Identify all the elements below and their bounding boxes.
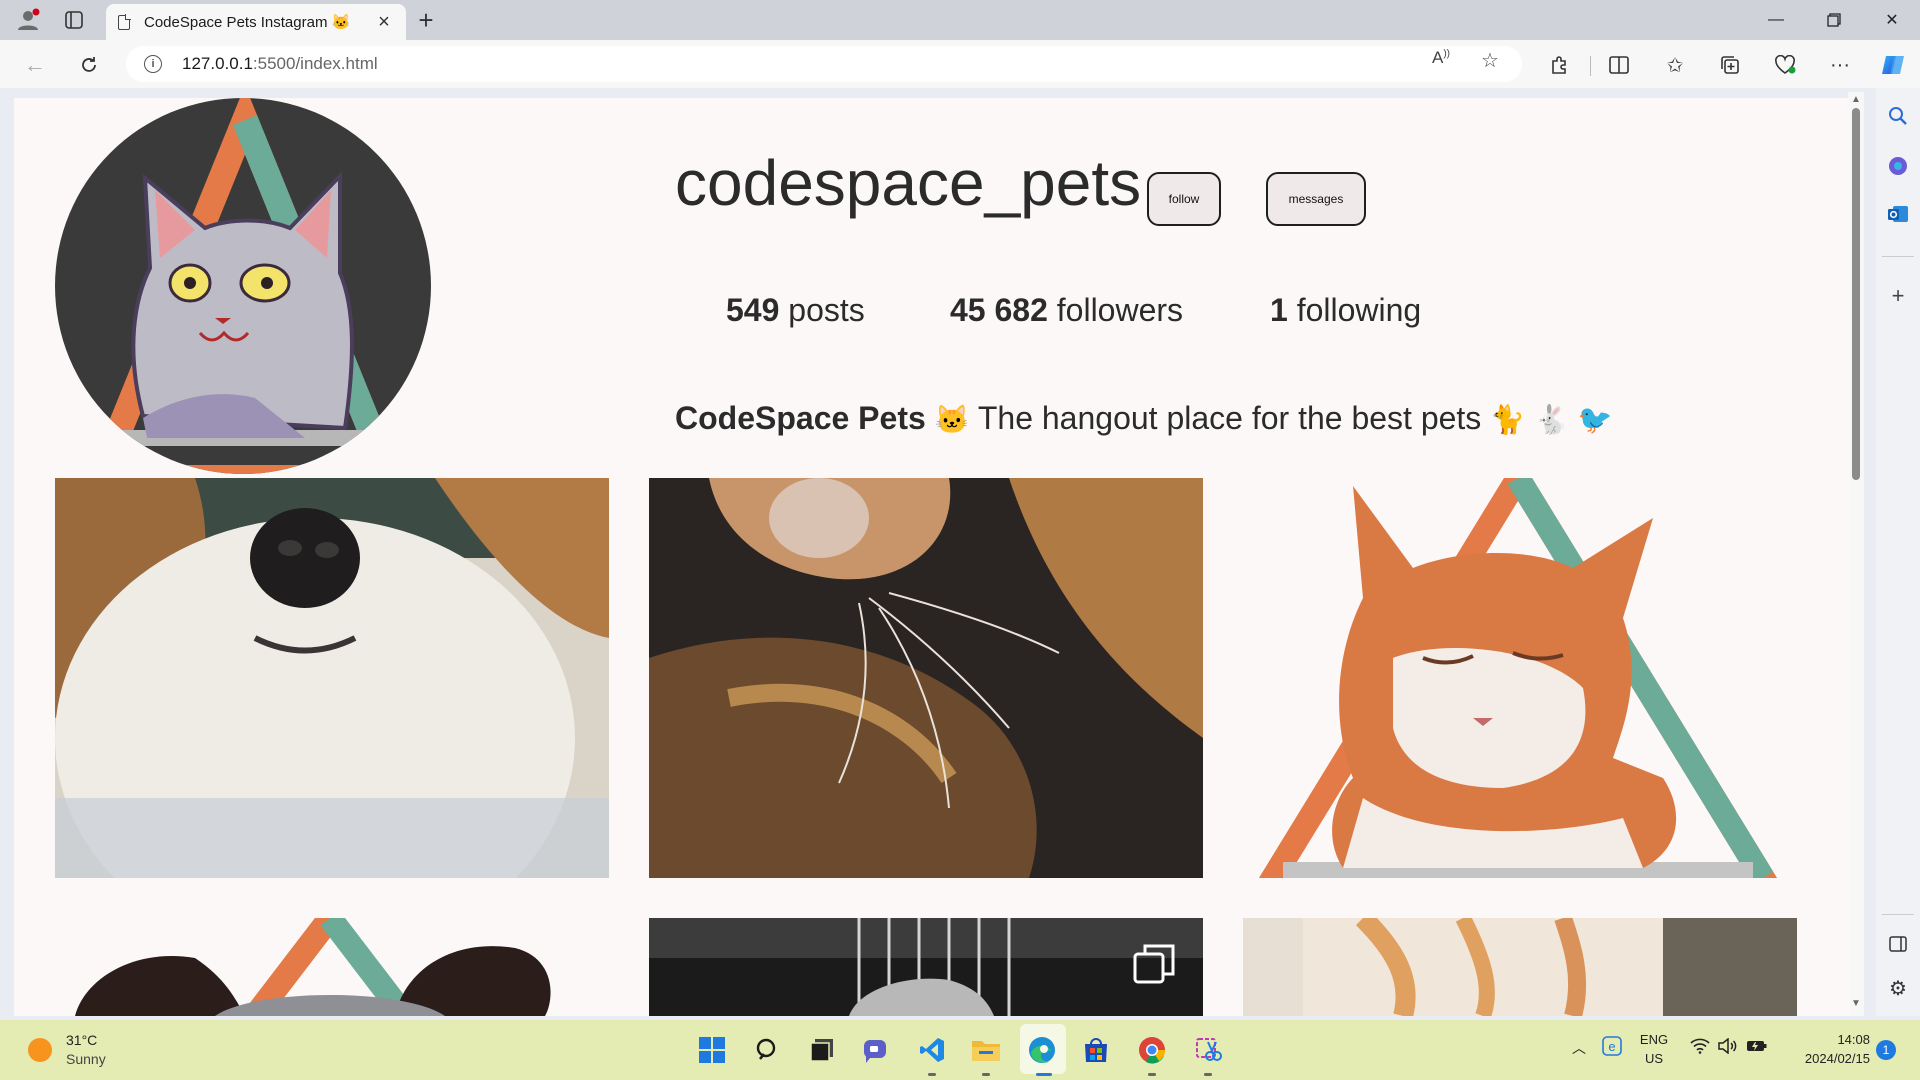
post-dog-closeup[interactable] [55,478,609,878]
edge-tray-icon[interactable]: e [1602,1036,1622,1061]
file-explorer-icon[interactable] [968,1032,1004,1068]
copilot-icon[interactable] [1878,50,1908,80]
clock-date[interactable]: 2024/02/15 [1780,1051,1870,1066]
active-tab[interactable]: CodeSpace Pets Instagram 🐱 × [106,4,406,40]
volume-icon[interactable] [1718,1037,1738,1059]
chrome-running-indicator [1148,1073,1156,1076]
profile-bio: CodeSpace Pets 🐱 The hangout place for t… [675,400,1613,437]
task-view-icon[interactable] [804,1032,840,1068]
explorer-running-indicator [982,1073,990,1076]
weather-condition[interactable]: Sunny [66,1051,106,1067]
vscode-icon[interactable] [914,1032,950,1068]
gallery-multiple-icon [1133,942,1177,986]
windows-taskbar: 31°C Sunny ︿ e ENG US 14:08 2024/02/15 1 [0,1020,1920,1080]
scroll-up-arrow-icon[interactable]: ▲ [1851,94,1861,105]
sidebar-settings-icon[interactable]: ⚙ [1884,974,1912,1002]
refresh-icon[interactable] [74,50,104,80]
profile-avatar[interactable] [55,98,431,474]
search-icon[interactable] [750,1032,786,1068]
sidebar-divider-bottom [1882,914,1914,915]
chrome-icon[interactable] [1134,1032,1170,1068]
tab-strip: CodeSpace Pets Instagram 🐱 × + — ✕ [0,0,1920,40]
minimize-icon[interactable]: — [1748,0,1804,40]
page-icon [118,13,131,30]
url-path: :5500/index.html [252,54,378,73]
battery-charging-icon[interactable] [1746,1038,1768,1059]
edge-browser-icon[interactable] [1024,1032,1060,1068]
stat-followers[interactable]: 45 682 followers [950,292,1183,329]
page-scrollbar[interactable]: ▲ ▼ [1848,92,1864,1016]
start-windows-icon[interactable] [694,1032,730,1068]
snipping-tool-icon[interactable] [1190,1032,1226,1068]
stat-followers-value: 45 682 [950,292,1048,328]
weather-sun-icon[interactable] [28,1038,52,1062]
bio-text: The hangout place for the best pets [977,400,1482,436]
profile-icon[interactable] [14,6,42,34]
back-icon[interactable]: ← [20,50,50,80]
messages-button[interactable]: messages [1266,172,1366,226]
url-field[interactable]: i 127.0.0.1:5500/index.html [126,46,1522,82]
address-bar-row: ← i 127.0.0.1:5500/index.html A)) ☆ ✩ ··… [0,40,1920,88]
tab-actions-icon[interactable] [60,6,88,34]
cat-emoji: 🐈 [1490,404,1526,435]
url-host: 127.0.0.1 [182,54,253,73]
site-info-icon[interactable]: i [144,55,162,73]
edge-sidebar: + ⚙ [1876,88,1920,1016]
close-tab-icon[interactable]: × [374,11,394,34]
sidebar-office-icon[interactable] [1884,152,1912,180]
toolbar-divider [1590,56,1591,76]
profile-username: codespace_pets [675,147,1142,219]
bio-name: CodeSpace Pets [675,400,926,436]
page-content: codespace_pets follow messages 549 posts… [14,98,1850,1016]
split-screen-icon[interactable] [1604,50,1634,80]
language-code[interactable]: ENG [1638,1032,1670,1047]
snipping-running-indicator [1204,1073,1212,1076]
post-ginger-cat[interactable] [1243,478,1797,878]
post-dog-logo[interactable] [55,918,609,1016]
cat-face-emoji: 🐱 [934,404,970,435]
sidebar-divider [1882,256,1914,257]
follow-button[interactable]: follow [1147,172,1221,226]
svg-text:e: e [1608,1039,1615,1054]
favorites-icon[interactable]: ✩ [1660,50,1690,80]
collections-icon[interactable] [1715,50,1745,80]
chat-icon[interactable] [858,1032,894,1068]
stat-following-value: 1 [1270,292,1288,328]
hide-sidebar-icon[interactable] [1884,930,1912,958]
more-menu-icon[interactable]: ··· [1825,50,1855,80]
new-tab-button[interactable]: + [412,4,440,36]
post-bw-dog[interactable] [649,918,1203,1016]
microsoft-store-icon[interactable] [1078,1032,1114,1068]
edge-running-indicator [1036,1073,1052,1076]
bird-emoji: 🐦 [1577,404,1613,435]
scroll-down-arrow-icon[interactable]: ▼ [1851,998,1861,1009]
post-calico-cat[interactable] [649,478,1203,878]
extensions-icon[interactable] [1544,50,1574,80]
sidebar-add-icon[interactable]: + [1884,282,1912,310]
stat-posts[interactable]: 549 posts [726,292,865,329]
region-code[interactable]: US [1638,1051,1670,1066]
sidebar-search-icon[interactable] [1884,102,1912,130]
favorite-star-icon[interactable]: ☆ [1481,48,1499,73]
sidebar-outlook-icon[interactable] [1884,200,1912,228]
close-window-icon[interactable]: ✕ [1864,0,1920,40]
wifi-icon[interactable] [1690,1038,1710,1059]
read-aloud-icon[interactable]: A)) [1432,48,1450,68]
stat-posts-label: posts [788,292,865,328]
post-ginger-cat-blanket[interactable] [1243,918,1797,1016]
stat-following-label: following [1296,292,1422,328]
stat-followers-label: followers [1056,292,1184,328]
notification-badge[interactable]: 1 [1876,1040,1896,1060]
stat-posts-value: 549 [726,292,780,328]
restore-icon[interactable] [1806,0,1862,40]
stat-following[interactable]: 1 following [1270,292,1421,329]
weather-temperature[interactable]: 31°C [66,1032,97,1048]
show-hidden-icons-chevron-icon[interactable]: ︿ [1572,1038,1586,1058]
scrollbar-thumb[interactable] [1852,108,1860,480]
vscode-running-indicator [928,1073,936,1076]
clock-time[interactable]: 14:08 [1780,1032,1870,1047]
tab-title: CodeSpace Pets Instagram 🐱 [144,14,351,31]
browser-essentials-icon[interactable] [1770,50,1800,80]
rabbit-emoji: 🐇 [1533,404,1569,435]
